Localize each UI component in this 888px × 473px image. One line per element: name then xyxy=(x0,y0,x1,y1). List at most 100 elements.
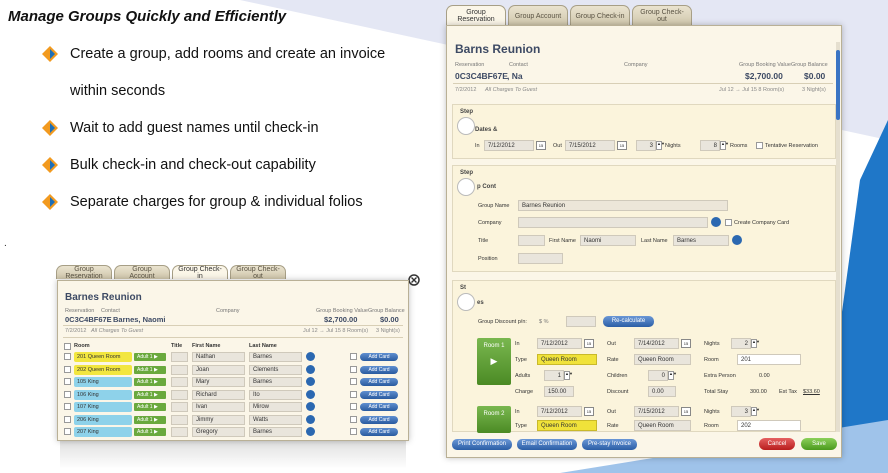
row-checkbox[interactable] xyxy=(64,403,71,410)
room1-discount-field[interactable]: 0.00 xyxy=(648,386,676,397)
first-name-cell[interactable]: Joan xyxy=(192,364,245,375)
position-field[interactable] xyxy=(518,253,563,264)
add-card-button[interactable]: Add Card xyxy=(360,390,398,399)
room1-est-tax[interactable]: $33.60 xyxy=(803,389,820,395)
room2-type-select[interactable]: Queen Room xyxy=(537,420,597,431)
tab-group-account[interactable]: Group Account xyxy=(114,265,170,280)
guest-search-icon[interactable] xyxy=(306,377,315,386)
room1-room-select[interactable]: 201 xyxy=(737,354,801,365)
guest-search-icon[interactable] xyxy=(306,414,315,424)
row-checkbox[interactable] xyxy=(64,378,71,385)
add-card-button[interactable]: Add Card xyxy=(360,415,398,424)
stepper-arrows-icon[interactable]: ▲▼ xyxy=(656,141,665,150)
calendar-icon[interactable]: 15 xyxy=(681,339,691,348)
stepper-arrows-icon[interactable]: ▲▼ xyxy=(668,371,677,380)
email-confirmation-button[interactable]: Email Confirmation xyxy=(517,439,577,450)
title-cell[interactable] xyxy=(171,389,188,400)
contact-search-icon[interactable] xyxy=(732,235,742,245)
check-out-date-field[interactable]: 7/15/2012 xyxy=(565,140,615,151)
first-name-cell[interactable]: Richard xyxy=(192,389,245,400)
group-name-field[interactable]: Barnes Reunion xyxy=(518,200,728,211)
guest-search-icon[interactable] xyxy=(306,402,315,411)
guest-search-icon[interactable] xyxy=(306,389,315,399)
select-all-checkbox[interactable] xyxy=(64,343,71,350)
tab-group-checkin[interactable]: Group Check-in xyxy=(172,265,228,280)
nights-stepper[interactable]: 3 xyxy=(636,140,656,151)
calendar-icon[interactable]: 15 xyxy=(584,407,594,416)
stepper-arrows-icon[interactable]: ▲▼ xyxy=(720,141,729,150)
title-field[interactable] xyxy=(518,235,545,246)
create-company-checkbox[interactable] xyxy=(725,219,732,226)
prestay-invoice-button[interactable]: Pre-stay Invoice xyxy=(582,439,637,450)
stepper-arrows-icon[interactable]: ▲▼ xyxy=(751,407,760,416)
room1-adults-stepper[interactable]: 1 xyxy=(544,370,564,381)
room1-type-select[interactable]: Queen Room xyxy=(537,354,597,365)
title-cell[interactable] xyxy=(171,377,188,387)
add-card-button[interactable]: Add Card xyxy=(360,353,398,361)
tentative-checkbox[interactable] xyxy=(756,142,763,149)
title-cell[interactable] xyxy=(171,352,188,362)
calendar-icon[interactable]: 15 xyxy=(681,407,691,416)
tab-group-account[interactable]: Group Account xyxy=(508,5,568,26)
room2-room-select[interactable]: 202 xyxy=(737,420,801,431)
room1-out-field[interactable]: 7/14/2012 xyxy=(634,338,679,349)
guest-search-icon[interactable] xyxy=(306,427,315,436)
row-checkbox[interactable] xyxy=(64,390,71,398)
room1-rate-select[interactable]: Queen Room xyxy=(634,354,691,365)
row-checkbox[interactable] xyxy=(64,365,71,373)
calendar-icon[interactable]: 15 xyxy=(617,141,627,150)
last-name-field[interactable]: Barnes xyxy=(673,235,729,246)
add-card-button[interactable]: Add Card xyxy=(360,365,398,374)
add-card-button[interactable]: Add Card xyxy=(360,403,398,411)
tab-group-reservation[interactable]: Group Reservation xyxy=(56,265,112,280)
first-name-cell[interactable]: Ivan xyxy=(192,402,245,412)
title-cell[interactable] xyxy=(171,414,188,425)
first-name-cell[interactable]: Jimmy xyxy=(192,414,245,425)
last-name-cell[interactable]: Ito xyxy=(249,389,302,400)
stepper-arrows-icon[interactable]: ▲▼ xyxy=(751,339,760,348)
adult-selector[interactable]: Adult 1 ▶ xyxy=(134,403,166,411)
first-name-cell[interactable]: Mary xyxy=(192,377,245,387)
add-card-button[interactable]: Add Card xyxy=(360,378,398,386)
row-checkbox[interactable] xyxy=(64,415,71,423)
discount-field[interactable] xyxy=(566,316,596,327)
rooms-stepper[interactable]: 8 xyxy=(700,140,720,151)
first-name-field[interactable]: Naomi xyxy=(580,235,636,246)
room1-charge-field[interactable]: 150.00 xyxy=(544,386,574,397)
add-card-button[interactable]: Add Card xyxy=(360,428,398,436)
last-name-cell[interactable]: Mirow xyxy=(249,402,302,412)
guest-search-icon[interactable] xyxy=(306,352,315,361)
stepper-arrows-icon[interactable]: ▲▼ xyxy=(564,371,573,380)
calendar-icon[interactable]: 15 xyxy=(536,141,546,150)
adult-selector[interactable]: Adult 1 ▶ xyxy=(134,390,166,399)
row-checkbox[interactable] xyxy=(64,353,71,360)
print-confirmation-button[interactable]: Print Confirmation xyxy=(452,439,512,450)
company-search-icon[interactable] xyxy=(711,217,721,227)
adult-selector[interactable]: Adult 1 ▶ xyxy=(134,415,166,424)
tab-group-checkout[interactable]: Group Check-out xyxy=(632,5,692,26)
tab-group-checkin[interactable]: Group Check-in xyxy=(570,5,630,26)
tab-group-reservation[interactable]: Group Reservation xyxy=(446,5,506,26)
guest-search-icon[interactable] xyxy=(306,364,315,374)
room2-out-field[interactable]: 7/15/2012 xyxy=(634,406,679,417)
cancel-button[interactable]: Cancel xyxy=(759,438,795,450)
room1-nights-stepper[interactable]: 2 xyxy=(731,338,751,349)
row-checkbox[interactable] xyxy=(64,428,71,435)
title-cell[interactable] xyxy=(171,402,188,412)
last-name-cell[interactable]: Watts xyxy=(249,414,302,425)
room-2-button[interactable]: Room 2 xyxy=(477,406,511,433)
company-field[interactable] xyxy=(518,217,708,228)
check-in-date-field[interactable]: 7/12/2012 xyxy=(484,140,534,151)
last-name-cell[interactable]: Barnes xyxy=(249,427,302,437)
room2-nights-stepper[interactable]: 3 xyxy=(731,406,751,417)
adult-selector[interactable]: Adult 1 ▶ xyxy=(134,353,166,361)
room1-children-stepper[interactable]: 0 xyxy=(648,370,668,381)
adult-selector[interactable]: Adult 1 ▶ xyxy=(134,378,166,386)
adult-selector[interactable]: Adult 1 ▶ xyxy=(134,428,166,436)
title-cell[interactable] xyxy=(171,364,188,375)
tab-group-checkout[interactable]: Group Check-out xyxy=(230,265,286,280)
first-name-cell[interactable]: Nathan xyxy=(192,352,245,362)
title-cell[interactable] xyxy=(171,427,188,437)
discount-type-radios[interactable]: $ % xyxy=(539,319,548,325)
room2-in-field[interactable]: 7/12/2012 xyxy=(537,406,582,417)
